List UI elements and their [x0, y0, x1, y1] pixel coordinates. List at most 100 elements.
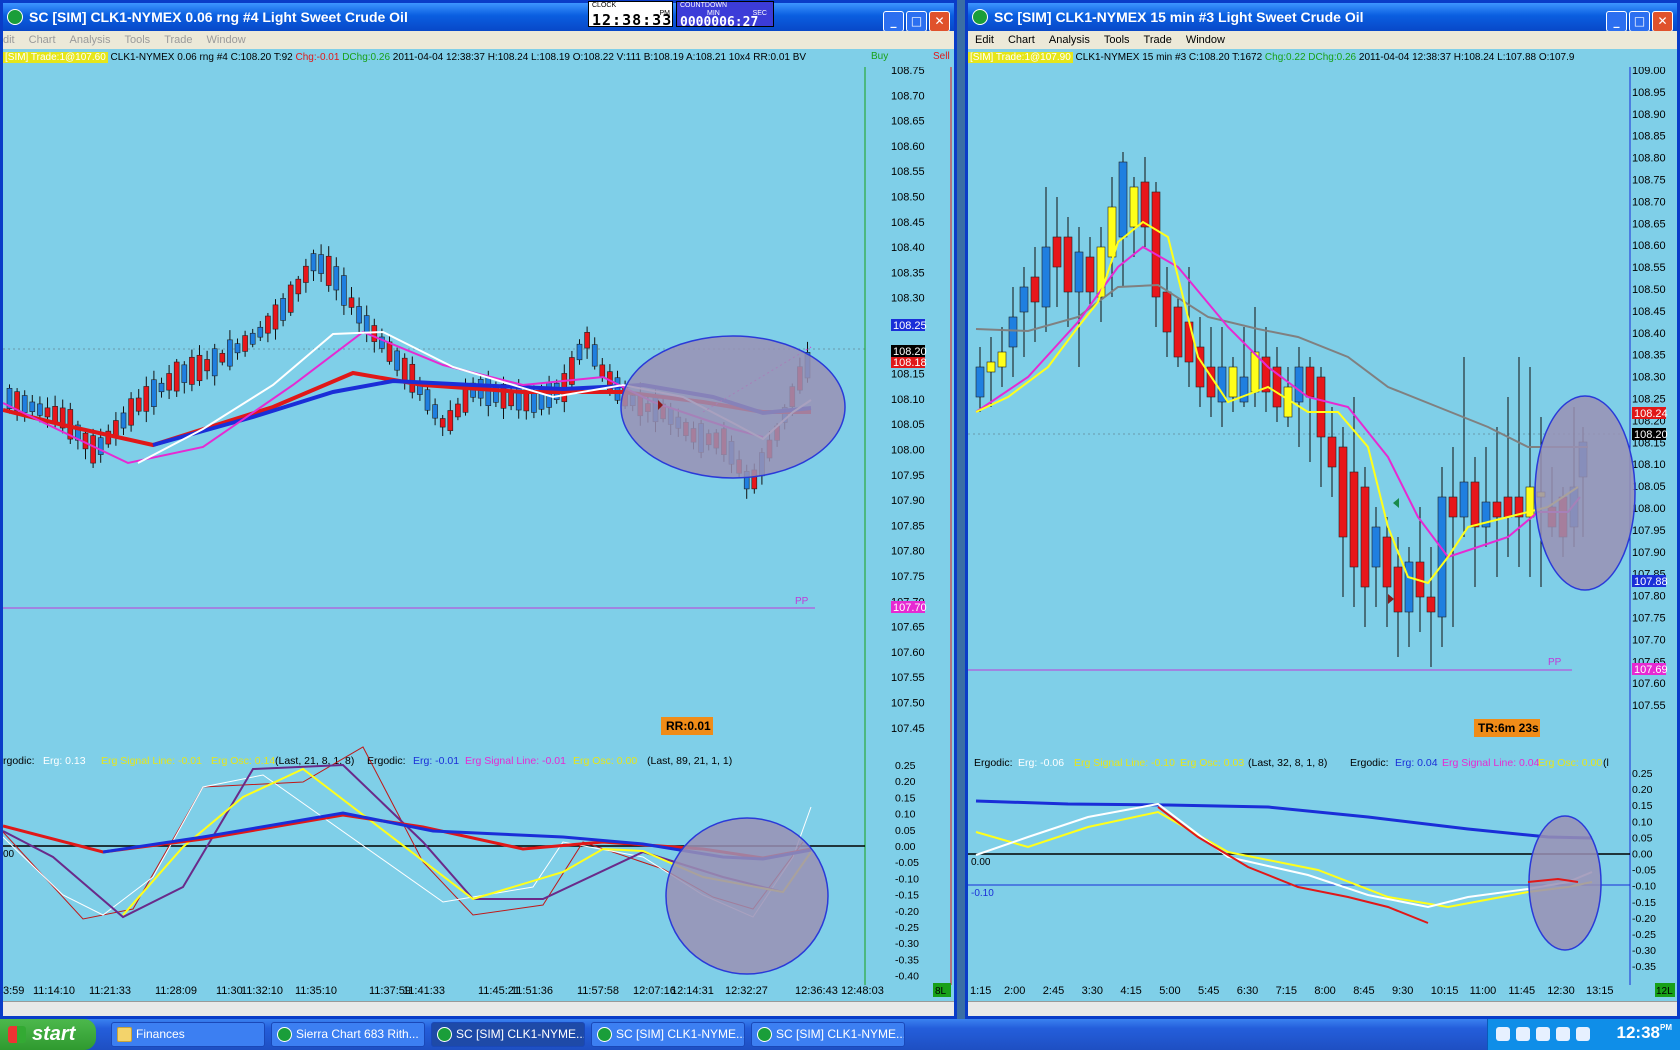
- maximize-button[interactable]: □: [1629, 11, 1650, 32]
- start-label: start: [32, 1023, 76, 1045]
- candle-body: [432, 404, 438, 419]
- time-tick-label: 3:59: [3, 985, 24, 997]
- sierra-chart-icon: [437, 1027, 452, 1042]
- pp-price-label: 107.70: [893, 602, 927, 614]
- pp-label: PP: [795, 596, 809, 607]
- close-button[interactable]: ✕: [929, 11, 950, 32]
- menu-tools[interactable]: Tools: [1104, 34, 1130, 46]
- candle-body: [151, 379, 157, 407]
- taskbar-item-chart-3[interactable]: SC [SIM] CLK1-NYME...: [751, 1022, 905, 1047]
- oscillator-header-text: Erg Osc: 0.00: [573, 755, 637, 767]
- menu-window[interactable]: Window: [1186, 34, 1225, 46]
- taskbar-item-chart-2[interactable]: SC [SIM] CLK1-NYME...: [591, 1022, 745, 1047]
- menu-analysis[interactable]: Analysis: [1049, 34, 1090, 46]
- osc-tick-label: -0.10: [1632, 881, 1656, 893]
- menu-edit[interactable]: Edit: [975, 34, 994, 46]
- folder-icon: [117, 1027, 132, 1042]
- candle-body: [1426, 596, 1436, 613]
- last-price-label: 108.20: [1634, 429, 1668, 441]
- left-price-chart[interactable]: PP 108.75 108.70 108.65 108.60 108.55 108.50 10…: [3, 67, 954, 1001]
- help-icon[interactable]: [1496, 1027, 1510, 1041]
- price-tick-label: 108.35: [1632, 350, 1666, 362]
- candle-body: [1492, 501, 1502, 518]
- oscillator-header-text: (Last, 89, 21, 1, 1): [647, 755, 732, 767]
- menu-edit[interactable]: dit: [3, 34, 15, 46]
- osc-highlight-ellipse: [1528, 815, 1602, 951]
- left-title-bar[interactable]: SC [SIM] CLK1-NYMEX 0.06 rng #4 Light Sw…: [3, 3, 954, 32]
- osc-tick-label: -0.40: [895, 971, 919, 983]
- candle-body: [265, 315, 271, 334]
- start-button[interactable]: start: [0, 1019, 96, 1050]
- menu-chart[interactable]: Chart: [1008, 34, 1035, 46]
- candle-body: [1448, 496, 1458, 518]
- candle-body: [1019, 286, 1029, 313]
- candle-body: [1393, 566, 1403, 613]
- right-chart-window[interactable]: SC [SIM] CLK1-NYMEX 15 min #3 Light Swee…: [965, 0, 1680, 1019]
- oscillator-header-text: Erg Signal Line: 0.04: [1442, 757, 1540, 769]
- candle-body: [158, 382, 165, 393]
- printer-icon[interactable]: [1556, 1027, 1570, 1041]
- time-tick-label: 5:00: [1159, 985, 1180, 997]
- chg-value: Chg:0.22: [1264, 52, 1306, 63]
- menu-tools[interactable]: Tools: [125, 34, 151, 46]
- left-horizontal-scrollbar[interactable]: [3, 1001, 954, 1016]
- menu-analysis[interactable]: Analysis: [70, 34, 111, 46]
- candle-body: [1085, 256, 1095, 293]
- time-tick-label: 13:15: [1586, 985, 1614, 997]
- candle-body: [1360, 486, 1370, 588]
- menu-window[interactable]: Window: [207, 34, 246, 46]
- clock-suffix: PM: [1660, 1023, 1672, 1032]
- taskbar-item-label: Finances: [136, 1027, 185, 1041]
- candle-body: [303, 265, 309, 283]
- taskbar-item-finances[interactable]: Finances: [111, 1022, 265, 1047]
- menu-trade[interactable]: Trade: [164, 34, 192, 46]
- right-title-bar[interactable]: SC [SIM] CLK1-NYMEX 15 min #3 Light Swee…: [968, 3, 1677, 32]
- candle-body: [975, 366, 985, 398]
- osc-zero-label: 0.00: [971, 857, 991, 868]
- left-chart-window[interactable]: SC [SIM] CLK1-NYMEX 0.06 rng #4 Light Sw…: [0, 0, 957, 1019]
- time-tick-label: 11:57:58: [577, 985, 619, 997]
- clock-box: CLOCK 12:38:33 PM: [588, 1, 673, 29]
- osc-tick-label: -0.05: [895, 857, 919, 869]
- candle-body: [439, 418, 446, 428]
- menu-trade[interactable]: Trade: [1144, 34, 1172, 46]
- right-price-chart[interactable]: PP 109.00 108.95 108.90 108.85 108.80 108.75 10…: [968, 67, 1677, 1001]
- buy-label[interactable]: Buy: [871, 51, 888, 62]
- browser-icon[interactable]: [1536, 1027, 1550, 1041]
- candle-body: [1371, 526, 1381, 568]
- maximize-button[interactable]: □: [906, 11, 927, 32]
- oscillator-header-text: Erg Signal Line: -0.01: [101, 755, 202, 767]
- menu-chart[interactable]: Chart: [29, 34, 56, 46]
- pp-label: PP: [1548, 657, 1562, 668]
- osc-tick-label: -0.30: [895, 938, 919, 950]
- taskbar-item-sierra-chart[interactable]: Sierra Chart 683 Rith...: [271, 1022, 425, 1047]
- time-tick-label: 12:32:27: [725, 985, 768, 997]
- candle-body: [462, 388, 469, 413]
- candle-body: [211, 348, 218, 377]
- oscillator-header-text: Erg: 0.13: [43, 755, 86, 767]
- candle-body: [29, 401, 36, 412]
- minimize-button[interactable]: _: [1606, 11, 1627, 32]
- taskbar: start Finances Sierra Chart 683 Rith... …: [0, 1019, 1680, 1050]
- sell-label[interactable]: Sell: [933, 51, 950, 62]
- time-tick-label: 3:30: [1082, 985, 1103, 997]
- price-tick-label: 107.75: [1632, 613, 1666, 625]
- network-icon[interactable]: [1516, 1027, 1530, 1041]
- time-tick-label: 12:30: [1547, 985, 1575, 997]
- osc-tick-label: -0.30: [1632, 945, 1656, 957]
- price-tick-label: 108.00: [1632, 503, 1666, 515]
- candle-body: [242, 335, 248, 352]
- right-horizontal-scrollbar[interactable]: [968, 1001, 1677, 1016]
- candle-body: [401, 357, 408, 381]
- minimize-button[interactable]: _: [883, 11, 904, 32]
- app-icon[interactable]: [1576, 1027, 1590, 1041]
- candle-body: [1503, 496, 1513, 518]
- osc-tick-label: 0.25: [895, 760, 916, 772]
- price-tick-label: 108.65: [891, 116, 925, 128]
- bar-summary: #3 C:108.20 T:1672: [1175, 52, 1263, 63]
- price-tick-label: 108.05: [891, 419, 925, 431]
- close-button[interactable]: ✕: [1652, 11, 1673, 32]
- taskbar-clock[interactable]: 12:38PM: [1617, 1023, 1672, 1043]
- dchg-value: DChg:0.26: [1308, 52, 1357, 63]
- taskbar-item-chart-1[interactable]: SC [SIM] CLK1-NYME...: [431, 1022, 585, 1047]
